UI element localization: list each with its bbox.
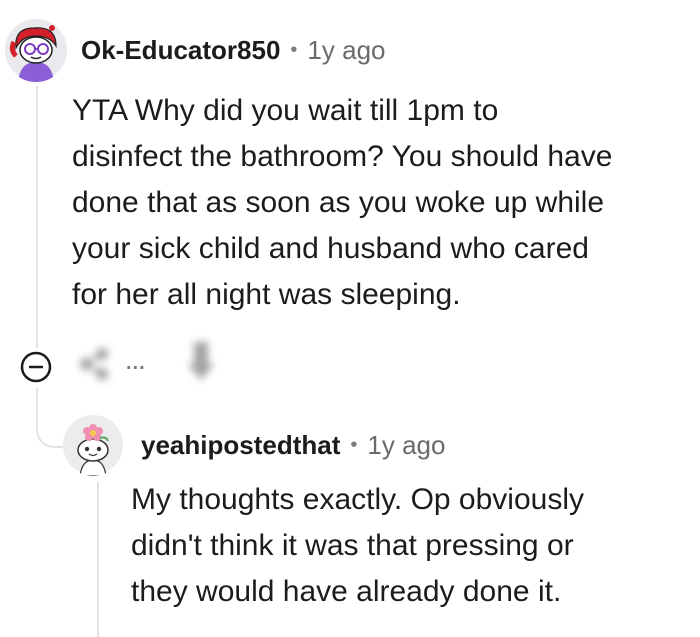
comment-action-bar: [60, 336, 240, 392]
comment-body-line: for her all night was sleeping.: [72, 278, 461, 311]
snoo-avatar-red-hair-icon[interactable]: [4, 18, 68, 82]
comment-body-line: your sick child and husband who cared: [72, 232, 589, 265]
comment-body-line: done that as soon as you woke up while: [72, 186, 605, 219]
reply-thread-line: [97, 482, 99, 637]
comment-body: YTA Why did you wait till 1pm to disinfe…: [72, 88, 692, 318]
meta-separator: •: [350, 433, 358, 456]
downvote-icon[interactable]: [184, 340, 224, 388]
reply-meta: yeahipostedthat • 1y ago: [141, 427, 445, 463]
comment-body-line: YTA Why did you wait till 1pm to: [72, 94, 499, 127]
thread-line: [36, 86, 38, 348]
reply-username[interactable]: yeahipostedthat: [141, 430, 340, 461]
snoo-avatar-flower-icon[interactable]: [62, 414, 124, 476]
reply-body-line: they would have already done it.: [131, 575, 562, 608]
comment-meta: Ok-Educator850 • 1y ago: [81, 32, 386, 68]
comment-username[interactable]: Ok-Educator850: [81, 35, 280, 66]
reply-body: My thoughts exactly. Op obviously didn't…: [131, 477, 691, 615]
comment-timestamp[interactable]: 1y ago: [307, 35, 385, 66]
comment-body-line: disinfect the bathroom? You should have: [72, 140, 613, 173]
share-icon[interactable]: [74, 344, 114, 384]
reply-body-line: My thoughts exactly. Op obviously: [131, 483, 584, 516]
more-options-button[interactable]: ...: [126, 352, 146, 375]
collapse-minus-icon[interactable]: [18, 349, 54, 385]
reply-body-line: didn't think it was that pressing or: [131, 529, 574, 562]
meta-separator: •: [290, 38, 298, 61]
reply-timestamp[interactable]: 1y ago: [367, 430, 445, 461]
